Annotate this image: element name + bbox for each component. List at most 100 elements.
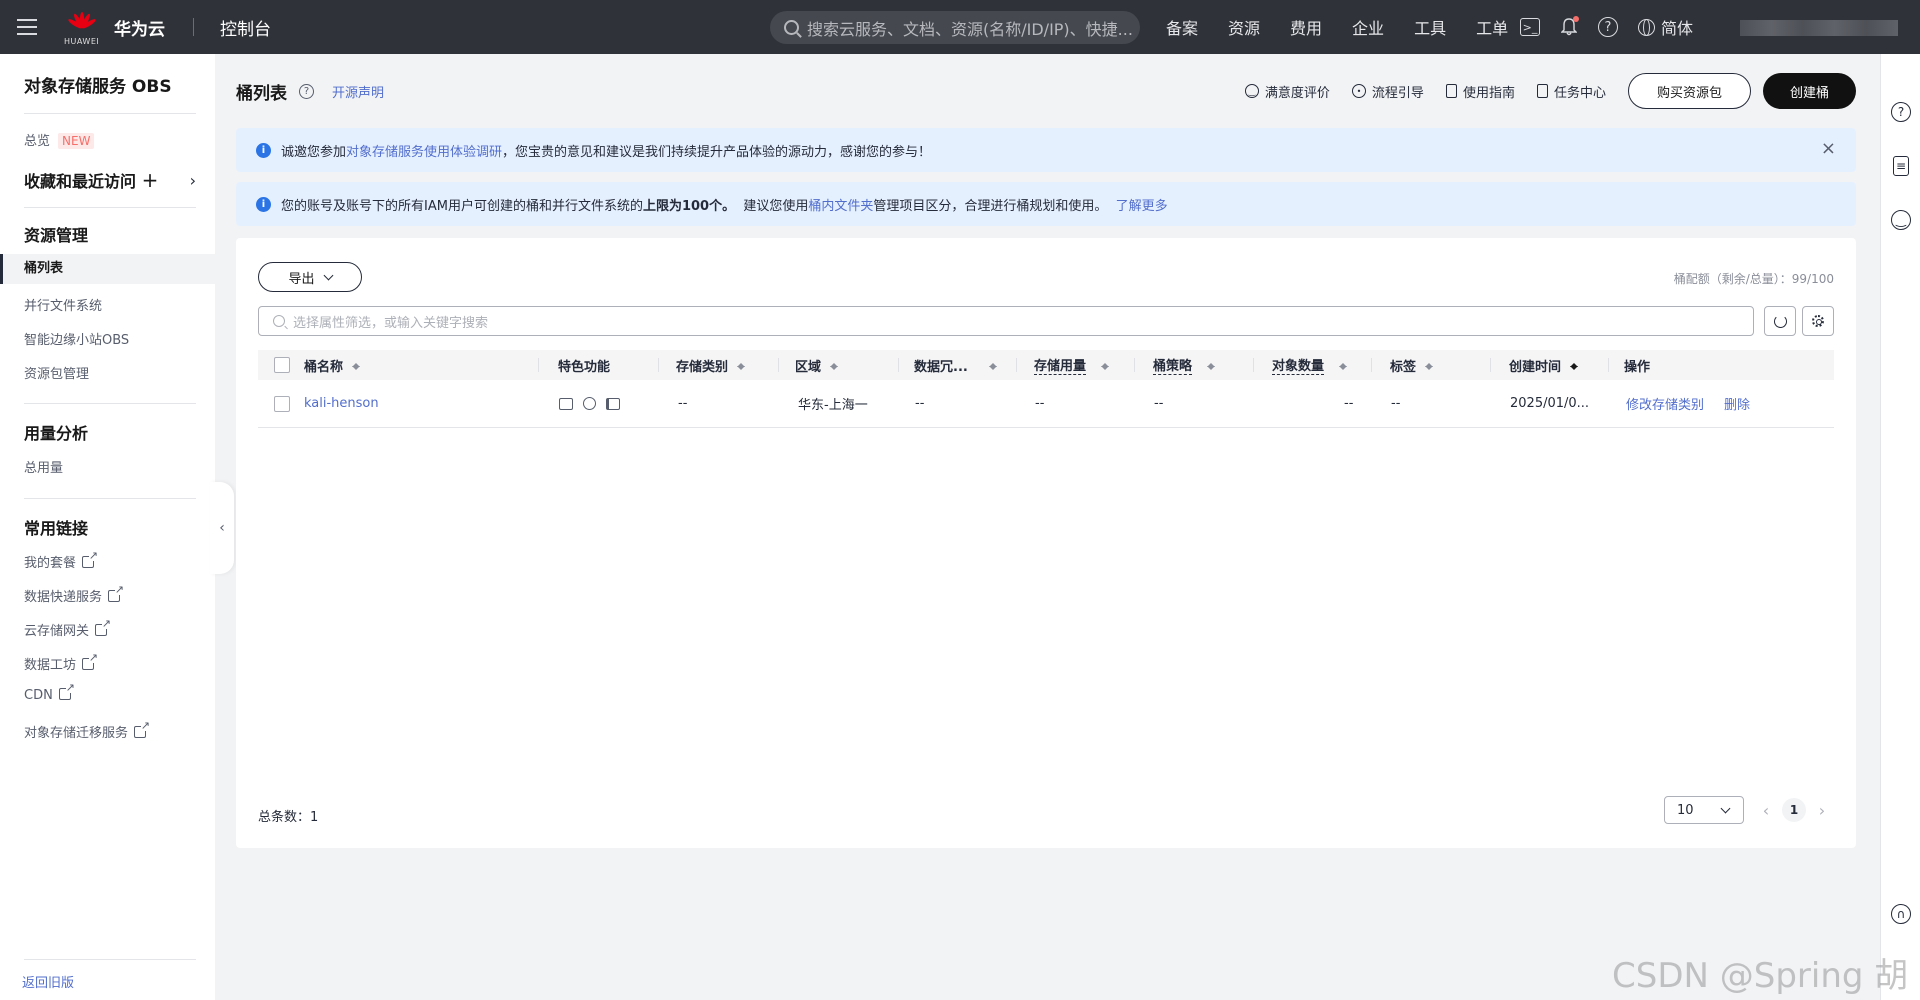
col-actions: 操作 (1624, 359, 1651, 375)
monitor-icon[interactable] (559, 397, 573, 410)
col-bucket-policy[interactable]: 桶策略 (1153, 355, 1216, 375)
satisfaction-link[interactable]: ‿ 满意度评价 (1244, 82, 1330, 101)
col-bucket-name[interactable]: 桶名称 (304, 356, 361, 375)
sort-icon (1338, 359, 1348, 371)
sidebar-favorites[interactable]: 收藏和最近访问 + › (24, 168, 196, 192)
task-center-link[interactable]: 任务中心 (1536, 82, 1606, 101)
back-to-old-version-link[interactable]: 返回旧版 (22, 972, 74, 991)
col-region[interactable]: 区域 (795, 356, 839, 375)
link-my-package[interactable]: 我的套餐 (24, 550, 99, 571)
chevron-right-icon[interactable]: › (190, 171, 196, 190)
divider (24, 959, 196, 960)
nav-resources[interactable]: 资源 (1228, 15, 1260, 39)
sidebar-item-package-mgmt[interactable]: 资源包管理 (24, 363, 89, 382)
bucket-name-link[interactable]: kali-henson (304, 396, 379, 411)
brand-name[interactable]: 华为云 (114, 15, 165, 40)
search-icon (784, 20, 799, 35)
nav-enterprise[interactable]: 企业 (1352, 15, 1384, 39)
huawei-logo[interactable]: HUAWEI (64, 12, 99, 46)
sidebar-item-total-usage[interactable]: 总用量 (24, 457, 63, 476)
col-object-count[interactable]: 对象数量 (1272, 355, 1348, 375)
delete-link[interactable]: 删除 (1724, 394, 1750, 413)
nav-billing[interactable]: 费用 (1290, 15, 1322, 39)
export-dropdown[interactable]: 导出 (258, 262, 362, 292)
divider (24, 498, 196, 499)
page-number[interactable]: 1 (1782, 798, 1806, 822)
filter-search-input[interactable]: 选择属性筛选，或输入关键字搜索 (258, 306, 1754, 336)
headset-icon[interactable]: ∩ (1891, 904, 1911, 924)
link-migration-service[interactable]: 对象存储迁移服务 (24, 720, 151, 741)
user-guide-link[interactable]: 使用指南 (1445, 82, 1515, 101)
user-account-blurred[interactable] (1740, 20, 1898, 36)
open-source-link[interactable]: 开源声明 (332, 82, 384, 101)
refresh-button[interactable] (1764, 306, 1796, 336)
top-nav: 备案 资源 费用 企业 工具 工单 (1166, 0, 1538, 54)
link-storage-gateway[interactable]: 云存储网关 (24, 618, 112, 639)
learn-more-link[interactable]: 了解更多 (1116, 199, 1168, 214)
help-icon[interactable]: ? (299, 83, 314, 99)
survey-link[interactable]: 对象存储服务使用体验调研 (346, 145, 502, 160)
col-storage-class[interactable]: 存储类别 (676, 356, 746, 375)
right-rail: ? ≡ ‿ ∩ (1880, 54, 1920, 1000)
modify-storage-class-link[interactable]: 修改存储类别 (1626, 394, 1704, 413)
sidebar-item-overview[interactable]: 总览 NEW (24, 130, 95, 149)
menu-icon[interactable] (0, 0, 54, 54)
sort-icon (988, 359, 998, 371)
col-storage-usage[interactable]: 存储用量 (1034, 355, 1110, 375)
external-link-icon (82, 652, 99, 670)
col-redundancy[interactable]: 数据冗... (914, 356, 998, 375)
sidebar: 对象存储服务 OBS 总览 NEW 收藏和最近访问 + › 资源管理 桶列表 并行… (0, 54, 215, 1000)
prev-page-icon[interactable]: ‹ (1758, 801, 1774, 820)
divider (193, 18, 194, 36)
clipboard-icon[interactable]: ≡ (1893, 156, 1909, 176)
divider (24, 403, 196, 404)
link-cdn[interactable]: CDN (24, 682, 75, 703)
col-tags[interactable]: 标签 (1390, 356, 1434, 375)
external-link-icon (108, 584, 125, 602)
language-switch[interactable]: 简体 (1638, 15, 1693, 39)
quota-alert: i 您的账号及账号下的所有IAM用户可创建的桶和并行文件系统的上限为100个。 … (236, 182, 1856, 226)
global-search-input[interactable]: 搜索云服务、文档、资源(名称/ID/IP)、快捷... (770, 11, 1140, 44)
sidebar-item-parallel-fs[interactable]: 并行文件系统 (24, 295, 102, 314)
bell-icon[interactable] (1558, 16, 1580, 38)
select-all-checkbox[interactable] (274, 357, 290, 373)
help-icon[interactable]: ? (1891, 102, 1911, 122)
policy-cell: -- (1154, 396, 1164, 411)
link-data-workshop[interactable]: 数据工坊 (24, 652, 99, 673)
link-data-express[interactable]: 数据快递服务 (24, 584, 125, 605)
col-created-time[interactable]: 创建时间 (1509, 356, 1579, 375)
sidebar-item-edge-obs[interactable]: 智能边缘小站OBS (24, 329, 129, 348)
page-size-select[interactable]: 10 (1664, 796, 1744, 824)
terminal-icon[interactable]: >_ (1520, 18, 1540, 36)
search-icon (273, 315, 285, 327)
language-label: 简体 (1661, 19, 1694, 38)
sort-icon (829, 359, 839, 371)
close-icon[interactable]: × (1821, 140, 1836, 158)
table-row: kali-henson -- 华东-上海一 -- -- -- -- -- 202… (258, 380, 1834, 428)
nav-tools[interactable]: 工具 (1414, 15, 1446, 39)
sidebar-collapse-button[interactable]: ‹ (210, 482, 234, 574)
nav-filing[interactable]: 备案 (1166, 15, 1198, 39)
console-link[interactable]: 控制台 (220, 15, 271, 40)
col-features: 特色功能 (558, 359, 611, 375)
book-icon[interactable] (606, 397, 620, 410)
sort-icon (351, 359, 361, 371)
help-icon[interactable]: ? (1598, 17, 1618, 37)
sidebar-item-bucket-list[interactable]: 桶列表 (0, 254, 215, 284)
book-icon (1445, 84, 1457, 98)
process-guide-link[interactable]: • 流程引导 (1351, 82, 1424, 101)
buy-package-button[interactable]: 购买资源包 (1627, 73, 1751, 109)
create-bucket-button[interactable]: 创建桶 (1762, 73, 1856, 109)
next-page-icon[interactable]: › (1814, 801, 1830, 820)
smile-icon[interactable]: ‿ (1891, 210, 1911, 230)
bucket-folder-link[interactable]: 桶内文件夹 (808, 199, 873, 214)
tags-cell: -- (1391, 396, 1401, 411)
row-checkbox[interactable] (274, 396, 290, 412)
hexagon-icon[interactable] (583, 397, 596, 410)
favorites-label: 收藏和最近访问 + (24, 168, 159, 192)
sidebar-item-label: 总览 (24, 134, 51, 149)
settings-button[interactable] (1802, 306, 1834, 336)
nav-tickets[interactable]: 工单 (1476, 15, 1508, 39)
filter-placeholder: 选择属性筛选，或输入关键字搜索 (293, 315, 489, 331)
chevron-down-icon (323, 270, 333, 280)
